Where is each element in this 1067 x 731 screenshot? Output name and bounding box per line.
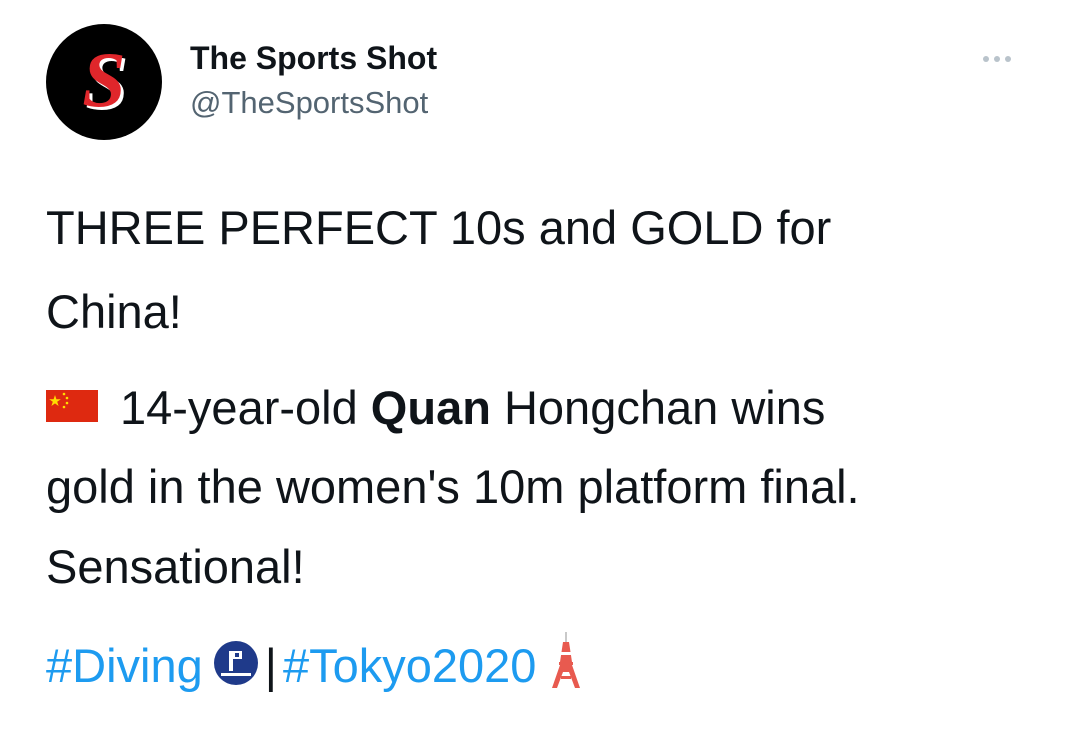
tweet-text-line: Sensational! [46, 540, 305, 593]
china-flag-icon [46, 390, 98, 422]
tweet-text-line: gold in the women's 10m platform final. [46, 460, 860, 513]
hashtag-diving-link[interactable]: #Diving [46, 639, 203, 692]
more-options-icon [983, 56, 989, 62]
tweet-text-line: THREE PERFECT 10s and GOLD for [46, 201, 832, 254]
avatar[interactable]: S [46, 24, 162, 140]
tweet-text-fragment: 14-year-old [120, 381, 371, 434]
user-handle[interactable]: @TheSportsShot [190, 85, 428, 121]
tweet: S The Sports Shot @TheSportsShot THREE P… [0, 0, 1067, 731]
more-options-dot [994, 56, 1000, 62]
hashtag-tokyo2020-link[interactable]: #Tokyo2020 [283, 639, 536, 692]
tweet-text-line: 14-year-old Quan Hongchan wins [46, 376, 1036, 440]
more-options-dot [1005, 56, 1011, 62]
hashtag-separator: | [264, 639, 277, 692]
more-options-button[interactable] [972, 44, 1022, 74]
tweet-text-fragment: Hongchan wins [490, 381, 826, 434]
diving-pictogram-icon [213, 641, 258, 685]
sports-shot-logo-icon: S [82, 36, 126, 123]
tokyo-tower-icon [552, 632, 581, 688]
hashtag-line: #Diving | #Tokyo2020 [46, 632, 1036, 698]
tweet-text-line: China! [46, 285, 182, 338]
athlete-name-bold: Quan [370, 381, 491, 434]
display-name[interactable]: The Sports Shot [190, 40, 437, 77]
